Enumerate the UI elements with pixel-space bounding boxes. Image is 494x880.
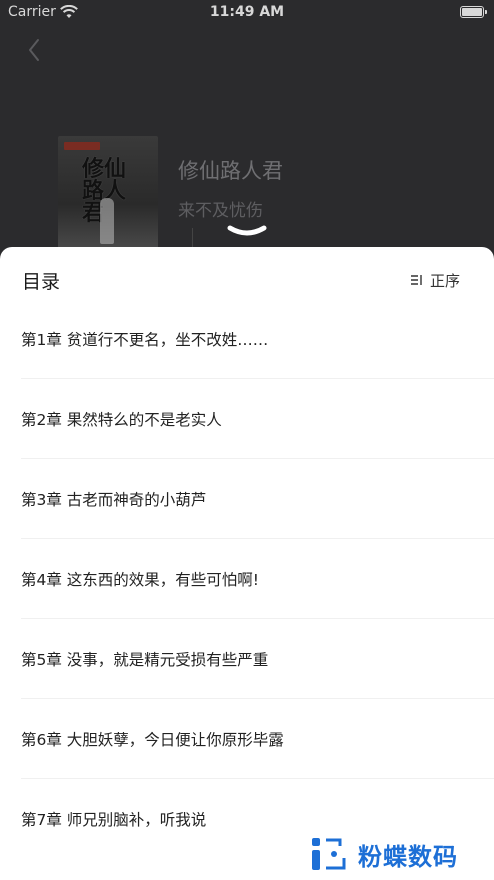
- chapter-item[interactable]: 第6章 大胆妖孽，今日便让你原形毕露: [0, 699, 494, 779]
- chapter-list: 第1章 贫道行不更名，坐不改姓…… 第2章 果然特么的不是老实人 第3章 古老而…: [0, 299, 494, 859]
- book-cover: 修仙 路人君: [58, 136, 158, 250]
- back-icon[interactable]: [22, 36, 46, 64]
- chapter-item[interactable]: 第4章 这东西的效果，有些可怕啊!: [0, 539, 494, 619]
- sort-icon: [410, 275, 422, 285]
- watermark-logo-icon: [312, 838, 346, 870]
- toc-sheet: 目录 正序 第1章 贫道行不更名，坐不改姓…… 第2章 果然特么的不是老实人 第…: [0, 247, 494, 880]
- chapter-item[interactable]: 第3章 古老而神奇的小葫芦: [0, 459, 494, 539]
- chapter-item[interactable]: 第5章 没事，就是精元受损有些严重: [0, 619, 494, 699]
- toc-title: 目录: [22, 271, 61, 293]
- cover-publisher-badge: [64, 142, 100, 150]
- chapter-item[interactable]: 第2章 果然特么的不是老实人: [0, 379, 494, 459]
- chapter-item[interactable]: 第1章 贫道行不更名，坐不改姓……: [0, 299, 494, 379]
- battery-icon: [460, 6, 487, 18]
- watermark: 粉蝶数码: [310, 836, 458, 872]
- chevron-down-icon[interactable]: [226, 224, 268, 242]
- divider: [192, 228, 193, 248]
- sort-label: 正序: [429, 271, 460, 290]
- status-bar: Carrier 11:49 AM: [0, 0, 494, 26]
- watermark-text: 粉蝶数码: [358, 842, 458, 871]
- sort-button[interactable]: 正序: [410, 269, 460, 291]
- cover-figure: [100, 198, 114, 244]
- book-author: 来不及忧伤: [178, 201, 263, 221]
- status-time: 11:49 AM: [209, 4, 285, 20]
- book-title: 修仙路人君: [178, 159, 283, 183]
